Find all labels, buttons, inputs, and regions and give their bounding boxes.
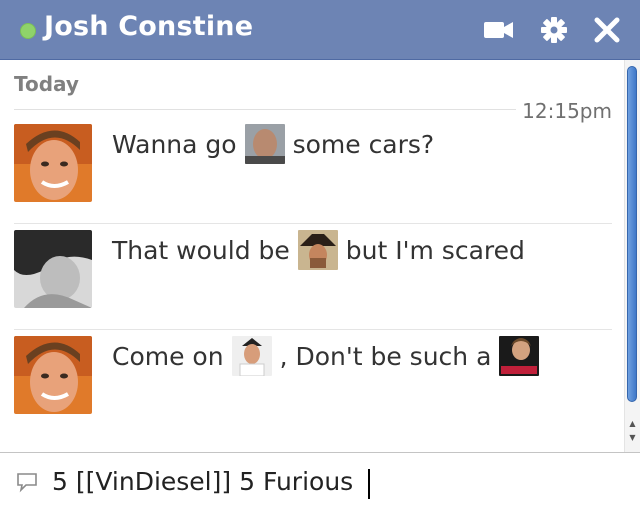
speech-bubble-icon bbox=[16, 471, 38, 493]
message-text-before: Come on bbox=[112, 341, 224, 371]
vin-diesel-photo bbox=[244, 124, 285, 164]
message-text: Wanna go some cars? bbox=[112, 122, 434, 166]
message-divider bbox=[14, 223, 612, 224]
message-text-after: but I'm scared bbox=[345, 235, 525, 265]
message-text: Come on , Don't be such a bbox=[112, 334, 547, 378]
message-row: That would be but I'm scared bbox=[14, 228, 612, 334]
message-timestamp: 12:15pm bbox=[516, 99, 612, 123]
message-text-before: That would be bbox=[112, 235, 290, 265]
day-label: Today bbox=[14, 72, 79, 96]
chuck-norris-photo bbox=[297, 230, 338, 270]
scroll-up-arrow[interactable]: ▲ bbox=[626, 418, 639, 430]
message-text: That would be but I'm scared bbox=[112, 228, 525, 272]
pauly-d-photo bbox=[231, 336, 272, 376]
avatar[interactable] bbox=[14, 230, 92, 308]
online-status-dot bbox=[20, 23, 36, 39]
message-row: Wanna go some cars? bbox=[14, 122, 612, 228]
close-icon[interactable] bbox=[590, 14, 624, 46]
message-composer[interactable]: 5 [[VinDiesel]] 5 Furious bbox=[0, 452, 640, 512]
conversation-area[interactable]: Today 12:15pm Wanna go some cars? That w… bbox=[0, 60, 624, 452]
scroll-down-arrow[interactable]: ▼ bbox=[626, 432, 639, 444]
avatar[interactable] bbox=[14, 124, 92, 202]
message-text-after: some cars? bbox=[292, 129, 435, 159]
scrollbar-thumb[interactable] bbox=[627, 66, 637, 402]
text-caret bbox=[368, 469, 370, 499]
message-text-before: Wanna go bbox=[112, 129, 237, 159]
justin-bieber-photo bbox=[499, 336, 540, 376]
chat-scrollbar[interactable]: ▲ ▼ bbox=[624, 60, 640, 452]
video-call-icon[interactable] bbox=[482, 14, 516, 46]
chat-title-bar[interactable]: Josh Constine bbox=[0, 0, 640, 60]
message-text-after: , Don't be such a bbox=[279, 341, 492, 371]
avatar[interactable] bbox=[14, 336, 92, 414]
gear-icon[interactable] bbox=[537, 14, 571, 46]
message-input[interactable]: 5 [[VinDiesel]] 5 Furious bbox=[52, 463, 612, 501]
message-row: Come on , Don't be such a bbox=[14, 334, 612, 440]
message-divider bbox=[14, 329, 612, 330]
contact-name[interactable]: Josh Constine bbox=[44, 11, 253, 42]
